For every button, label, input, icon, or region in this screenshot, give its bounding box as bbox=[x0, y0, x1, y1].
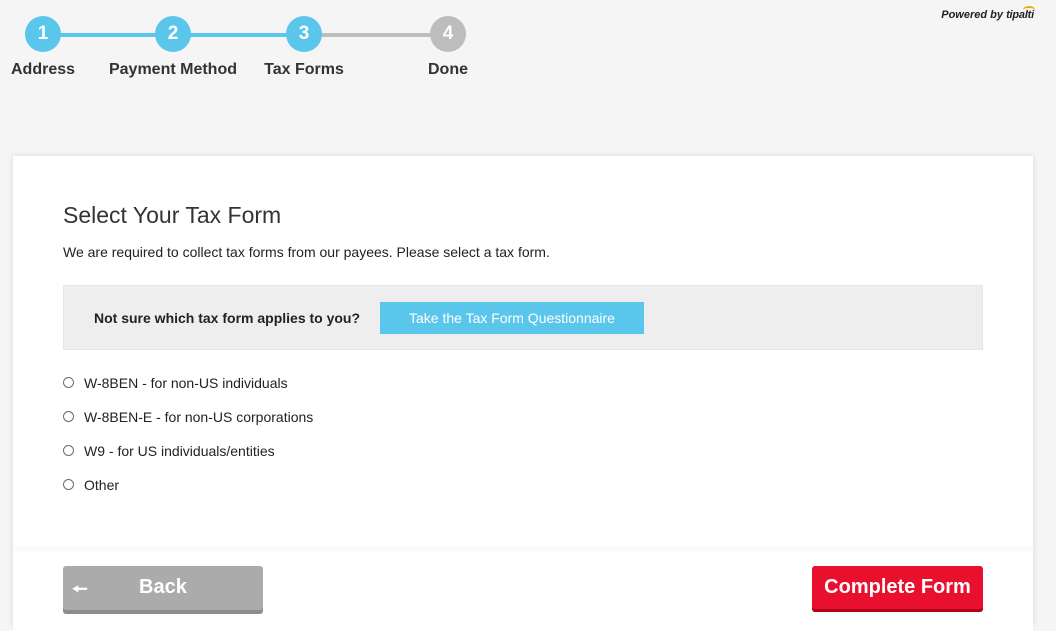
logo-swoosh-icon bbox=[1023, 6, 1035, 14]
step-number: 4 bbox=[430, 16, 466, 52]
questionnaire-panel: Not sure which tax form applies to you? … bbox=[63, 285, 983, 350]
tax-form-card: Select Your Tax Form We are required to … bbox=[13, 156, 1033, 631]
page-description: We are required to collect tax forms fro… bbox=[63, 244, 550, 260]
back-button[interactable]: 🠔 Back bbox=[63, 566, 263, 610]
step-label: Done bbox=[428, 61, 468, 78]
option-label: W-8BEN - for non-US individuals bbox=[84, 375, 288, 391]
back-label: Back bbox=[139, 576, 187, 598]
progress-stepper: 1 Address 2 Payment Method 3 Tax Forms 4… bbox=[0, 0, 500, 100]
powered-by-badge: Powered by tipalti bbox=[941, 6, 1035, 21]
form-footer: 🠔 Back Complete Form bbox=[13, 546, 1033, 631]
questionnaire-prompt: Not sure which tax form applies to you? bbox=[94, 310, 361, 326]
step-tax-forms: 3 Tax Forms bbox=[224, 16, 384, 79]
option-label: Other bbox=[84, 477, 120, 493]
complete-form-button[interactable]: Complete Form bbox=[812, 566, 983, 609]
option-w8ben[interactable]: W-8BEN - for non-US individuals bbox=[63, 366, 313, 400]
radio-button[interactable] bbox=[63, 444, 74, 456]
option-label: W9 - for US individuals/entities bbox=[84, 443, 275, 459]
radio-button[interactable] bbox=[63, 376, 74, 388]
take-questionnaire-button[interactable]: Take the Tax Form Questionnaire bbox=[380, 302, 644, 334]
tax-form-options: W-8BEN - for non-US individuals W-8BEN-E… bbox=[63, 366, 313, 502]
radio-button[interactable] bbox=[63, 478, 74, 490]
step-number: 1 bbox=[25, 16, 61, 52]
step-done: 4 Done bbox=[368, 16, 528, 79]
option-label: W-8BEN-E - for non-US corporations bbox=[84, 409, 314, 425]
arrow-left-icon: 🠔 bbox=[72, 579, 88, 599]
option-w9[interactable]: W9 - for US individuals/entities bbox=[63, 434, 313, 468]
powered-by-text: Powered by bbox=[941, 9, 1003, 21]
step-number: 3 bbox=[286, 16, 322, 52]
brand-logo: tipalti bbox=[1006, 6, 1035, 21]
option-w8ben-e[interactable]: W-8BEN-E - for non-US corporations bbox=[63, 400, 313, 434]
step-label: Tax Forms bbox=[264, 61, 344, 78]
radio-button[interactable] bbox=[63, 410, 74, 422]
step-number: 2 bbox=[155, 16, 191, 52]
page-title: Select Your Tax Form bbox=[63, 202, 282, 228]
option-other[interactable]: Other bbox=[63, 468, 313, 502]
